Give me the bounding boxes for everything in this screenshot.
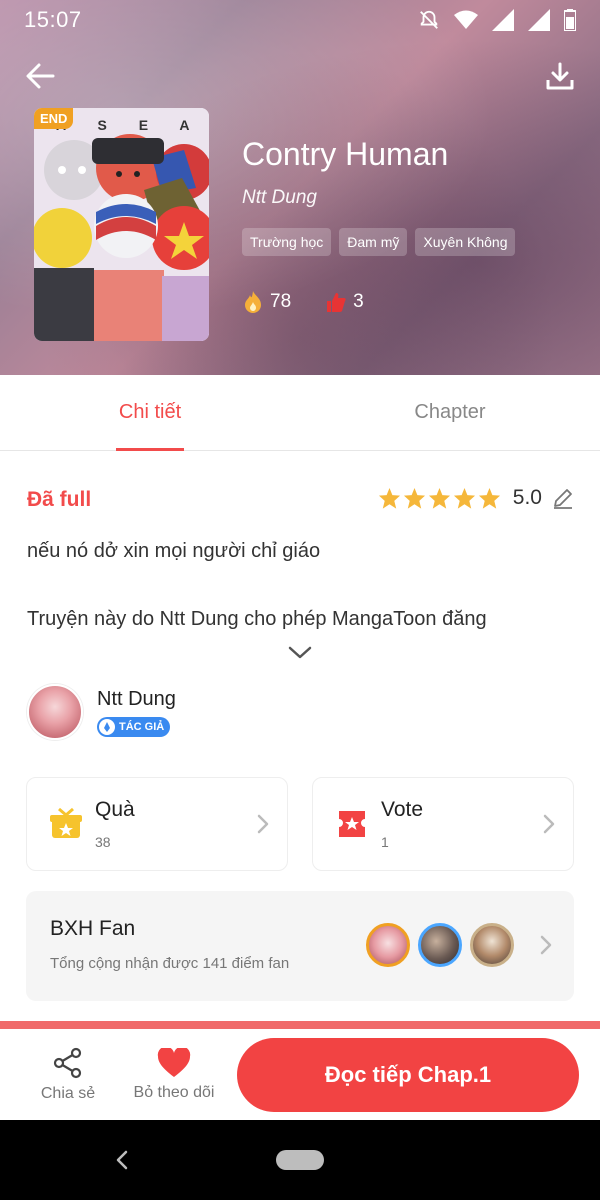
thumb-up-icon — [327, 293, 346, 312]
status-icons — [418, 9, 576, 31]
download-button[interactable] — [540, 56, 580, 96]
gift-icon — [50, 807, 82, 838]
author-name: Ntt Dung — [97, 687, 176, 710]
expand-button[interactable] — [288, 646, 312, 665]
author-badge-label: TÁC GIẢ — [119, 720, 165, 733]
tab-detail[interactable]: Chi tiết — [0, 375, 300, 450]
notifications-off-icon — [420, 10, 438, 29]
tab-bar: Chi tiết Chapter — [0, 375, 600, 451]
top-fans — [366, 923, 514, 967]
book-cover[interactable]: END A S E A N — [34, 108, 209, 341]
share-icon — [53, 1047, 82, 1078]
book-title: Contry Human — [242, 136, 449, 172]
rating-value: 5.0 — [512, 486, 542, 509]
back-button[interactable] — [20, 56, 60, 96]
star-icon — [428, 487, 450, 509]
share-button[interactable]: Chia sẻ — [18, 1047, 118, 1103]
author-badge: TÁC GIẢ — [97, 716, 171, 737]
description-line: nếu nó dở xin mọi người chỉ giáo — [27, 540, 321, 562]
tag-list: Trường học Đam mỹ Xuyên Không — [242, 228, 516, 256]
chevron-right-icon — [543, 814, 555, 834]
signal-icon — [492, 9, 514, 31]
author-row[interactable]: Ntt Dung TÁC GIẢ — [27, 684, 176, 740]
ticket-icon — [339, 811, 365, 837]
status-time: 15:07 — [24, 7, 82, 32]
tag-item[interactable]: Trường học — [242, 228, 332, 256]
end-badge: END — [34, 108, 74, 129]
rating[interactable]: 5.0 — [378, 486, 574, 510]
star-icon — [378, 487, 400, 509]
divider — [0, 1021, 600, 1029]
fan-ranking[interactable]: BXH Fan Tổng cộng nhận được 141 điểm fan — [26, 891, 574, 1001]
fire-stat: 78 — [242, 290, 291, 314]
tab-chapter[interactable]: Chapter — [300, 375, 600, 450]
wifi-icon — [454, 10, 478, 29]
book-header: 15:07 END A S E A N — [0, 0, 600, 375]
heart-icon — [157, 1047, 191, 1077]
chevron-down-icon — [288, 646, 312, 659]
tag-item[interactable]: Đam mỹ — [339, 228, 408, 256]
battery-icon — [564, 9, 576, 31]
cover-illustration: A S E A N — [34, 108, 209, 341]
share-label: Chia sẻ — [40, 1084, 96, 1102]
tag-item[interactable]: Xuyên Không — [415, 228, 516, 256]
fan-avatar[interactable] — [470, 923, 514, 967]
status-bar: 15:07 — [0, 0, 600, 40]
author-avatar[interactable] — [27, 684, 83, 740]
like-count: 3 — [353, 291, 364, 312]
like-stat: 3 — [325, 291, 364, 313]
unfollow-label: Bỏ theo dõi — [133, 1083, 215, 1101]
cover-title-text: A S E A N — [56, 117, 209, 133]
vote-label: Vote — [381, 798, 424, 821]
star-icon — [403, 487, 425, 509]
unfollow-button[interactable]: Bỏ theo dõi — [124, 1047, 224, 1102]
system-nav-bar — [0, 1120, 600, 1200]
signal-icon-2 — [528, 9, 550, 31]
gift-text: Quà 38 — [95, 798, 135, 850]
pen-icon — [99, 718, 115, 735]
edit-icon[interactable] — [552, 487, 574, 509]
vote-card[interactable]: Vote 1 — [312, 777, 574, 871]
arrow-left-icon — [26, 63, 55, 89]
fire-icon — [245, 291, 261, 313]
vote-count: 1 — [381, 834, 389, 850]
fire-count: 78 — [270, 291, 292, 312]
gift-count: 38 — [95, 834, 111, 850]
gift-label: Quà — [95, 798, 135, 821]
bottom-action-bar: Chia sẻ Bỏ theo dõi Đọc tiếp Chap.1 — [0, 1029, 600, 1120]
star-icon — [453, 487, 475, 509]
completion-status: Đã full — [27, 488, 92, 511]
gift-card[interactable]: Quà 38 — [26, 777, 288, 871]
fan-avatar[interactable] — [366, 923, 410, 967]
nav-home-button[interactable] — [276, 1150, 324, 1170]
vote-text: Vote 1 — [381, 798, 423, 850]
description-line: Truyện này do Ntt Dung cho phép MangaToo… — [27, 608, 487, 630]
continue-reading-button[interactable]: Đọc tiếp Chap.1 — [237, 1038, 579, 1112]
download-icon — [546, 62, 574, 90]
author-info: Ntt Dung TÁC GIẢ — [97, 688, 176, 737]
star-icon — [478, 487, 500, 509]
book-stats: 78 3 — [242, 290, 364, 314]
chevron-right-icon — [540, 935, 552, 955]
fan-avatar[interactable] — [418, 923, 462, 967]
nav-back-icon[interactable] — [112, 1146, 132, 1174]
book-author[interactable]: Ntt Dung — [242, 187, 317, 209]
chevron-right-icon — [257, 814, 269, 834]
